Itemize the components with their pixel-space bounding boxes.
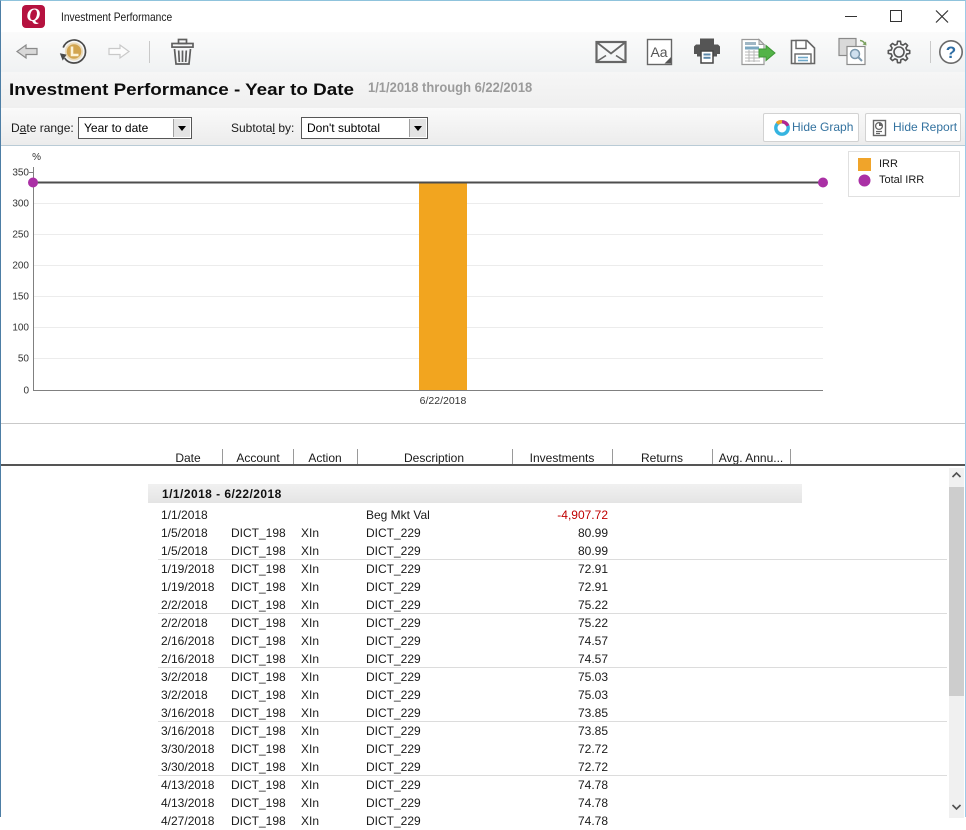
- svg-text:250: 250: [12, 230, 29, 241]
- svg-text:300: 300: [12, 199, 29, 210]
- svg-text:6/22/2018: 6/22/2018: [420, 395, 467, 407]
- svg-text:?: ?: [946, 43, 956, 62]
- svg-text:200: 200: [12, 261, 29, 272]
- svg-text:100: 100: [12, 323, 29, 334]
- svg-text:%: %: [32, 152, 41, 163]
- svg-text:50: 50: [18, 354, 30, 365]
- svg-text:350: 350: [12, 168, 29, 179]
- svg-text:0: 0: [23, 386, 29, 397]
- svg-text:Aa: Aa: [650, 44, 667, 60]
- svg-text:150: 150: [12, 292, 29, 303]
